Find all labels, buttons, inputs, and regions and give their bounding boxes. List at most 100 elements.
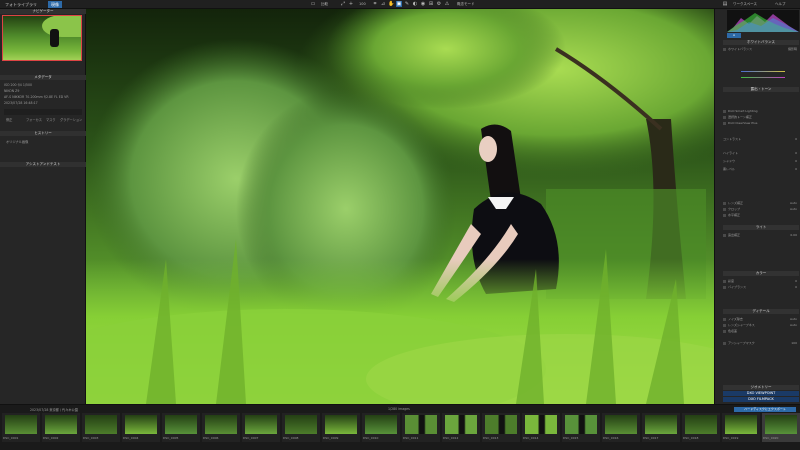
filmstrip-thumbnail[interactable]: DSC_0008 [282, 413, 320, 442]
toggle-icon[interactable] [723, 317, 726, 321]
tab-photo-library[interactable]: フォトライブラリ [2, 1, 40, 8]
filmstrip-thumbnail[interactable]: DSC_0019 [722, 413, 760, 442]
crop-icon[interactable]: ⌗ [372, 1, 378, 7]
toggle-icon[interactable] [723, 279, 726, 283]
metadata-header[interactable]: メタデータ [0, 75, 86, 80]
filmstrip-thumbnail[interactable]: DSC_0020 [762, 413, 800, 442]
main-photo[interactable] [86, 9, 714, 404]
warning-icon[interactable]: ⚠ [444, 1, 450, 7]
tool-focus[interactable]: フォーカス [26, 117, 42, 122]
row-horizon[interactable]: 水平補正 [723, 213, 799, 217]
workspace-icon[interactable]: ▤ [722, 1, 728, 7]
section-white-balance[interactable]: ホワイトバランス [723, 40, 799, 45]
row-shadows[interactable]: シャドウ 0 [723, 159, 799, 163]
grid-icon[interactable]: ⊞ [428, 1, 434, 7]
filmstrip-thumbnail[interactable]: DSC_0001 [2, 413, 40, 442]
row-contrast[interactable]: コントラスト 0 [723, 137, 799, 141]
fit-icon[interactable]: ⤢ [340, 1, 346, 7]
temperature-slider[interactable] [741, 71, 785, 72]
mask-icon[interactable]: ◐ [412, 1, 418, 7]
toggle-icon[interactable] [723, 201, 726, 205]
filmstrip-thumbnail[interactable]: DSC_0006 [202, 413, 240, 442]
row-white-balance[interactable]: ホワイトバランス 撮影時 [723, 47, 799, 51]
filmstrip-thumbnail[interactable]: DSC_0009 [322, 413, 360, 442]
thumbnail-caption: DSC_0001 [3, 436, 19, 440]
filmstrip-thumbnail[interactable]: DSC_0003 [82, 413, 120, 442]
viewpoint-button[interactable]: DXO VIEWPOINT [723, 391, 799, 396]
tool-mask[interactable]: マスク [46, 117, 56, 122]
gear-icon[interactable]: ⚙ [436, 1, 442, 7]
filmstrip-thumbnail[interactable]: DSC_0011 [402, 413, 440, 442]
row-chromatic[interactable]: 色収差 [723, 329, 799, 333]
row-blacks[interactable]: 黒レベル 0 [723, 167, 799, 171]
toggle-icon[interactable] [723, 207, 726, 211]
toggle-icon[interactable] [723, 233, 726, 237]
assist-header[interactable]: アシストアンドテスト [0, 162, 86, 167]
toggle-icon[interactable] [723, 47, 726, 51]
toggle-icon[interactable] [723, 341, 726, 345]
filmstrip-thumbnail[interactable]: DSC_0005 [162, 413, 200, 442]
toggle-icon[interactable] [723, 285, 726, 289]
toggle-icon[interactable] [723, 329, 726, 333]
filmstrip-thumbnail[interactable]: DSC_0012 [442, 413, 480, 442]
straighten-icon[interactable]: ⊿ [380, 1, 386, 7]
row-label: DxO ClearView Plus [728, 121, 758, 125]
zoom-in-icon[interactable]: + [348, 1, 354, 7]
section-detail[interactable]: ディテール [723, 309, 799, 314]
filmstrip-thumbnail[interactable]: DSC_0014 [522, 413, 560, 442]
history-item[interactable]: オリジナル画像 [6, 139, 28, 144]
section-geometry[interactable]: ジオメトリー [723, 385, 799, 390]
filmstrip-thumbnail[interactable]: DSC_0002 [42, 413, 80, 442]
tab-customize[interactable]: 現像 [48, 1, 62, 8]
row-lens-correction[interactable]: レンズ補正 Auto [723, 201, 799, 205]
filmstrip-thumbnail[interactable]: DSC_0010 [362, 413, 400, 442]
row-exposure[interactable]: 露出補正 0.00 [723, 233, 799, 237]
row-saturation[interactable]: 彩度 0 [723, 279, 799, 283]
toggle-icon[interactable] [723, 323, 726, 327]
toggle-icon[interactable] [723, 121, 726, 125]
section-light[interactable]: ライト [723, 225, 799, 230]
row-vibrance[interactable]: バイブランス 0 [723, 285, 799, 289]
auto-button[interactable]: A [727, 33, 741, 38]
row-value: 0 [795, 159, 797, 163]
repair-icon[interactable]: ✎ [404, 1, 410, 7]
help-button[interactable]: ヘルプ [772, 1, 789, 8]
export-button[interactable]: ハードディスクにエクスポート [734, 407, 796, 412]
eye-icon[interactable]: ◉ [420, 1, 426, 7]
filmstrip-thumbnail[interactable]: DSC_0017 [642, 413, 680, 442]
row-unsharp-mask[interactable]: アンシャープマスク 100 [723, 341, 799, 345]
navigator-header[interactable]: ナビゲーター [0, 9, 86, 14]
tint-slider[interactable] [741, 77, 785, 78]
row-clearview[interactable]: DxO ClearView Plus [723, 121, 799, 125]
thumbnail-caption: DSC_0013 [483, 436, 499, 440]
compare-icon[interactable]: ▭ [310, 1, 316, 7]
navigator-thumbnail[interactable] [2, 15, 82, 61]
toggle-icon[interactable] [723, 213, 726, 217]
row-denoise[interactable]: ノイズ除去 Auto [723, 317, 799, 321]
section-color[interactable]: カラー [723, 271, 799, 276]
mode-button[interactable]: 概念モード [454, 1, 478, 8]
zoom-level[interactable]: 100 [356, 1, 369, 8]
toggle-icon[interactable] [723, 115, 726, 119]
filmstrip-thumbnail[interactable]: DSC_0018 [682, 413, 720, 442]
row-crop[interactable]: クロップ Auto [723, 207, 799, 211]
row-selective-tone[interactable]: 選択的トーン補正 [723, 115, 799, 119]
row-lens-sharpness[interactable]: レンズシャープネス Auto [723, 323, 799, 327]
history-header[interactable]: ヒストリー [0, 131, 86, 136]
filmpack-button[interactable]: DXO FILMPACK [723, 397, 799, 402]
row-highlights[interactable]: ハイライト 0 [723, 151, 799, 155]
hand-icon[interactable]: ✋ [388, 1, 394, 7]
compare-button[interactable]: 比較 [318, 1, 331, 8]
tool-edit[interactable]: 修正 [6, 117, 12, 122]
row-smart-lighting[interactable]: DxO Smart Lighting [723, 109, 799, 113]
section-tone[interactable]: 露出・トーン [723, 87, 799, 92]
filmstrip-thumbnail[interactable]: DSC_0004 [122, 413, 160, 442]
filmstrip-thumbnail[interactable]: DSC_0015 [562, 413, 600, 442]
tool-gradient[interactable]: グラデーション [60, 117, 82, 122]
workspace-button[interactable]: ワークスペース [730, 1, 760, 8]
select-tool-icon[interactable]: ▣ [396, 1, 402, 7]
filmstrip-thumbnail[interactable]: DSC_0016 [602, 413, 640, 442]
toggle-icon[interactable] [723, 109, 726, 113]
filmstrip-thumbnail[interactable]: DSC_0013 [482, 413, 520, 442]
filmstrip-thumbnail[interactable]: DSC_0007 [242, 413, 280, 442]
